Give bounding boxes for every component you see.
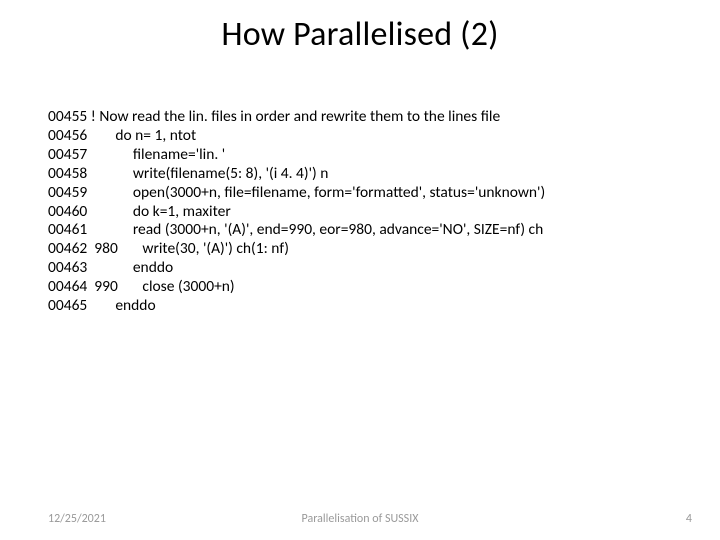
slide: How Parallelised (2) 00455 ! Now read th… <box>0 0 720 540</box>
footer-page-number: 4 <box>686 512 692 526</box>
footer-title: Parallelisation of SUSSIX <box>0 512 720 526</box>
code-block: 00455 ! Now read the lin. files in order… <box>48 108 672 316</box>
footer: 12/25/2021 Parallelisation of SUSSIX 4 <box>0 506 720 526</box>
slide-title: How Parallelised (2) <box>0 14 720 55</box>
